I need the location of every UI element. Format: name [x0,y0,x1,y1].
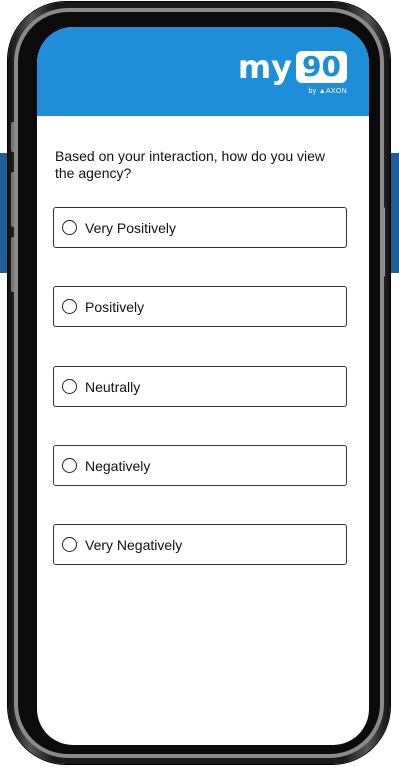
option-label: Very Positively [85,219,177,236]
radio-icon[interactable] [62,299,77,314]
logo-byline: by ▲AXON [308,88,347,95]
option-label: Very Negatively [85,536,183,553]
phone-screen: my 90 by ▲AXON Based on your interaction… [37,27,369,745]
option-very-positively[interactable]: Very Positively [53,207,347,248]
radio-icon[interactable] [62,537,77,552]
logo-text: my [237,48,293,86]
radio-icon[interactable] [62,220,77,235]
my90-logo: my 90 [238,51,347,83]
option-label: Neutrally [85,378,141,395]
option-very-negatively[interactable]: Very Negatively [53,524,347,565]
radio-icon[interactable] [62,458,77,473]
survey-question: Based on your interaction, how do you vi… [55,148,326,181]
option-label: Positively [85,298,145,315]
app-header: my 90 by ▲AXON [37,27,369,116]
logo-number: 90 [296,51,347,83]
option-positively[interactable]: Positively [53,286,347,327]
page: my 90 by ▲AXON Based on your interaction… [0,0,399,767]
option-label: Negatively [85,457,151,474]
option-negatively[interactable]: Negatively [53,445,347,486]
option-neutrally[interactable]: Neutrally [53,366,347,407]
radio-icon[interactable] [62,379,77,394]
